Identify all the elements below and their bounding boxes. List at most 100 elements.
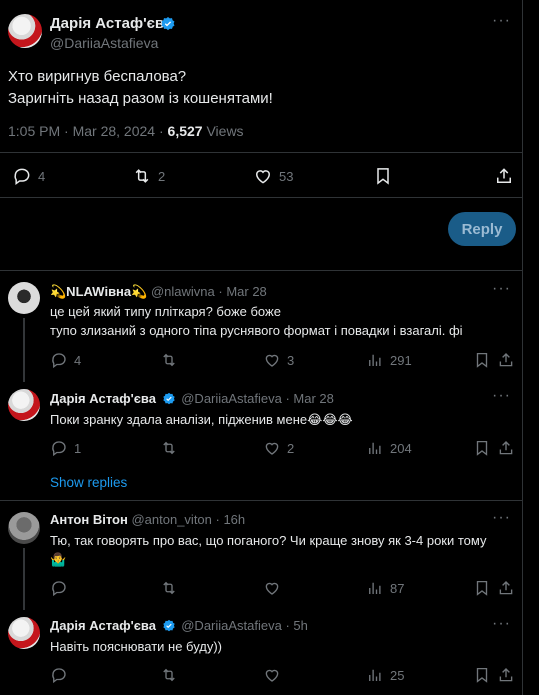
avatar[interactable] <box>8 512 40 544</box>
share-action[interactable] <box>497 351 515 369</box>
like-count: 53 <box>279 168 294 184</box>
reply-date[interactable]: · 16h <box>216 512 246 527</box>
views-action[interactable]: 25 <box>366 666 404 684</box>
repost-icon <box>135 169 149 183</box>
avatar[interactable] <box>8 617 40 649</box>
comment-icon <box>52 353 66 369</box>
reply-count: 1 <box>74 440 82 456</box>
author-name[interactable]: Антон Вітон <box>50 512 128 527</box>
reply-action[interactable] <box>50 666 68 684</box>
reply-header: Дарія Астаф'єва @DariiaAstafieva · Mar 2… <box>50 391 334 406</box>
bookmark-action[interactable] <box>473 351 491 369</box>
views-action[interactable]: 291 <box>366 351 412 369</box>
author-name[interactable]: Дарія Астаф'єва <box>50 618 156 633</box>
share-action[interactable] <box>497 579 515 597</box>
share-icon <box>497 168 511 183</box>
share-action[interactable] <box>497 666 515 684</box>
divider <box>0 197 522 198</box>
divider <box>0 152 522 153</box>
reply-header: 💫NLAWівна💫 @nlawivna · Mar 28 <box>50 284 267 300</box>
repost-action[interactable] <box>160 579 178 597</box>
repost-action[interactable] <box>160 351 178 369</box>
reply-text: це цей який типу пліткаря? боже боже туп… <box>50 304 463 338</box>
author-name[interactable]: Дарія Астаф'єва <box>50 15 172 32</box>
avatar[interactable] <box>8 282 40 314</box>
share-action[interactable] <box>497 439 515 457</box>
repost-action[interactable] <box>160 666 178 684</box>
views-icon <box>369 442 381 454</box>
views-icon <box>369 354 381 366</box>
bookmark-action[interactable] <box>473 666 491 684</box>
view-count: 291 <box>390 352 412 368</box>
views-action[interactable]: 87 <box>366 579 404 597</box>
heart-icon <box>265 669 279 682</box>
share-icon <box>499 353 513 367</box>
bookmark-icon <box>377 168 389 185</box>
more-icon[interactable]: ··· <box>492 615 511 633</box>
bookmark-action[interactable] <box>473 439 491 457</box>
author-handle[interactable]: @DariiaAstafieva <box>50 35 158 51</box>
share-action[interactable] <box>494 166 514 186</box>
author-name[interactable]: 💫NLAWівна💫 <box>50 284 147 299</box>
repost-icon <box>163 441 175 455</box>
bookmark-icon <box>476 440 488 456</box>
verified-badge-icon <box>162 392 175 405</box>
author-handle[interactable]: @DariiaAstafieva <box>181 618 282 633</box>
divider <box>0 500 522 501</box>
comment-icon <box>52 668 66 684</box>
show-replies-link[interactable]: Show replies <box>50 475 127 490</box>
like-count: 2 <box>287 440 295 456</box>
bookmark-action[interactable] <box>373 166 393 186</box>
repost-count: 2 <box>158 168 166 184</box>
view-count: 25 <box>390 667 405 683</box>
heart-icon <box>255 170 271 184</box>
more-icon[interactable]: ··· <box>492 280 511 298</box>
reply-text: Тю, так говорять про вас, що поганого? Ч… <box>50 533 487 567</box>
like-action[interactable]: 53 <box>253 166 293 186</box>
reply-count: 4 <box>74 352 82 368</box>
reply-date[interactable]: · Mar 28 <box>218 284 266 299</box>
view-count: 204 <box>390 440 412 456</box>
more-icon[interactable]: ··· <box>492 509 511 527</box>
comment-icon <box>52 441 66 457</box>
views-count: 6,527 <box>167 123 203 139</box>
heart-icon <box>265 442 279 455</box>
author-handle[interactable]: @DariiaAstafieva <box>181 391 282 406</box>
more-icon[interactable]: ··· <box>492 387 511 405</box>
bookmark-icon <box>476 352 488 368</box>
bookmark-icon <box>476 667 488 683</box>
author-name[interactable]: Дарія Астаф'єва <box>50 391 156 406</box>
reply-date[interactable]: · 5h <box>285 618 307 633</box>
reply-count: 4 <box>38 168 46 184</box>
reply-button[interactable]: Reply <box>448 212 516 246</box>
verified-badge-icon <box>161 17 175 31</box>
repost-action[interactable] <box>160 439 178 457</box>
reply-action[interactable]: 4 <box>50 351 81 369</box>
reply-action[interactable]: 4 <box>12 166 45 186</box>
bookmark-action[interactable] <box>473 579 491 597</box>
reply-action[interactable]: 1 <box>50 439 81 457</box>
timestamp[interactable]: 1:05 PM · Mar 28, 2024 · <box>8 123 164 139</box>
reply-date[interactable]: · Mar 28 <box>285 391 333 406</box>
column-border <box>522 0 523 695</box>
verified-badge-icon <box>162 619 175 632</box>
reply-header: Антон Вітон @anton_viton · 16h <box>50 512 245 527</box>
tweet-text: Хто виригнув беспалова? Заригніть назад … <box>8 68 273 107</box>
like-action[interactable] <box>263 579 281 597</box>
author-handle[interactable]: @anton_viton <box>131 512 211 527</box>
more-icon[interactable]: ··· <box>492 12 511 30</box>
avatar[interactable] <box>8 389 40 421</box>
views-icon <box>369 582 381 594</box>
repost-action[interactable]: 2 <box>132 166 165 186</box>
heart-icon <box>265 354 279 367</box>
thread-line <box>23 318 25 382</box>
views-action[interactable]: 204 <box>366 439 412 457</box>
like-action[interactable]: 2 <box>263 439 294 457</box>
reply-text: Навіть пояснювати не буду)) <box>50 639 223 654</box>
reply-action[interactable] <box>50 579 68 597</box>
avatar[interactable] <box>8 14 42 48</box>
author-handle[interactable]: @nlawivna <box>151 284 215 299</box>
like-action[interactable]: 3 <box>263 351 294 369</box>
like-action[interactable] <box>263 666 281 684</box>
share-icon <box>499 441 513 455</box>
